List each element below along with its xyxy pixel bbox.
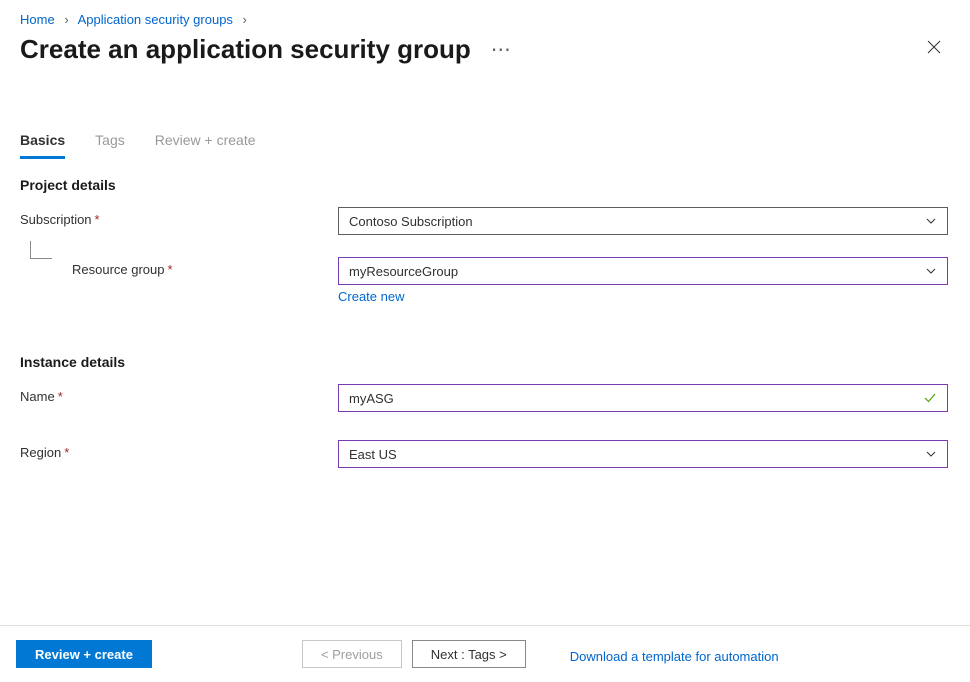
more-actions-button[interactable]: ⋯ [487,33,516,66]
name-input[interactable]: myASG [338,384,948,412]
region-row: Region* East US [0,436,970,472]
region-label: Region* [20,440,338,460]
resource-group-label: Resource group* [20,257,338,277]
close-icon [926,39,942,55]
close-button[interactable] [918,34,950,65]
chevron-down-icon [925,265,937,277]
chevron-down-icon [925,448,937,460]
resource-group-row: Resource group* myResourceGroup Create n… [0,253,970,308]
hierarchy-indent-icon [30,241,52,259]
previous-button[interactable]: < Previous [302,640,402,668]
chevron-right-icon: › [64,12,68,27]
name-row: Name* myASG [0,380,970,416]
breadcrumb: Home › Application security groups › [0,0,970,33]
section-instance-details: Instance details [0,336,970,380]
footer-toolbar: Review + create < Previous Next : Tags >… [0,625,970,682]
name-value: myASG [349,391,394,406]
required-indicator: * [58,389,63,404]
tab-tags[interactable]: Tags [95,124,125,159]
checkmark-icon [923,391,937,405]
breadcrumb-home[interactable]: Home [20,12,55,27]
chevron-down-icon [925,215,937,227]
section-project-details: Project details [0,159,970,203]
page-title: Create an application security group [20,34,471,65]
required-indicator: * [95,212,100,227]
subscription-row: Subscription* Contoso Subscription [0,203,970,239]
required-indicator: * [168,262,173,277]
region-value: East US [349,447,397,462]
region-select[interactable]: East US [338,440,948,468]
download-template-link[interactable]: Download a template for automation [570,649,779,664]
tab-basics[interactable]: Basics [20,124,65,159]
review-create-button[interactable]: Review + create [16,640,152,668]
name-label: Name* [20,384,338,404]
subscription-label: Subscription* [20,207,338,227]
tab-review-create[interactable]: Review + create [155,124,256,159]
next-button[interactable]: Next : Tags > [412,640,526,668]
page-header: Create an application security group ⋯ [0,33,970,84]
tabs: Basics Tags Review + create [0,124,970,159]
subscription-value: Contoso Subscription [349,214,473,229]
create-new-resource-group-link[interactable]: Create new [338,289,404,304]
required-indicator: * [64,445,69,460]
subscription-select[interactable]: Contoso Subscription [338,207,948,235]
breadcrumb-application-security-groups[interactable]: Application security groups [78,12,233,27]
resource-group-value: myResourceGroup [349,264,458,279]
resource-group-select[interactable]: myResourceGroup [338,257,948,285]
chevron-right-icon: › [243,12,247,27]
